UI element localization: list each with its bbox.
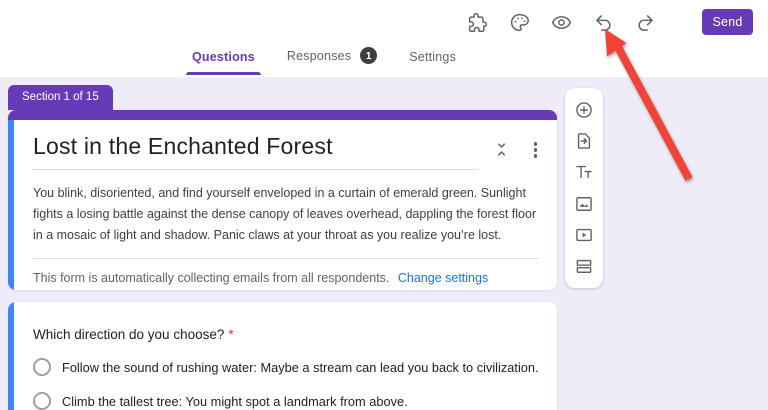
extensions-icon[interactable]	[464, 9, 490, 35]
palette-icon[interactable]	[506, 9, 532, 35]
send-button[interactable]: Send	[702, 9, 753, 35]
form-title-card[interactable]: Lost in the Enchanted Forest You blink, …	[8, 110, 557, 290]
tab-questions[interactable]: Questions	[186, 50, 261, 77]
add-image-icon[interactable]	[574, 194, 594, 214]
question-text[interactable]: Which direction do you choose?	[33, 327, 224, 342]
radio-option-row: Follow the sound of rushing water: Maybe…	[33, 358, 539, 376]
add-video-icon[interactable]	[574, 225, 594, 245]
radio-option-label[interactable]: Follow the sound of rushing water: Maybe…	[62, 360, 539, 375]
add-question-icon[interactable]	[574, 100, 594, 120]
email-collection-notice: This form is automatically collecting em…	[33, 271, 390, 285]
tab-settings-label: Settings	[409, 50, 457, 64]
section-badge: Section 1 of 15	[8, 85, 113, 110]
tab-questions-label: Questions	[192, 50, 255, 64]
more-options-icon[interactable]	[532, 141, 540, 159]
question-card[interactable]: Which direction do you choose? * Follow t…	[8, 302, 557, 410]
change-settings-link[interactable]: Change settings	[398, 271, 488, 285]
card-accent-strip	[8, 110, 557, 120]
add-title-icon[interactable]	[574, 162, 594, 182]
form-tabs: Questions Responses 1 Settings	[186, 47, 458, 77]
topbar-actions	[464, 9, 658, 35]
responses-count-badge: 1	[360, 47, 378, 64]
top-app-bar: Send Questions Responses 1 Settings	[0, 0, 768, 77]
form-canvas: Section 1 of 15 Lost in the Enchanted Fo…	[0, 77, 768, 410]
form-description[interactable]: You blink, disoriented, and find yoursel…	[33, 183, 548, 246]
undo-icon[interactable]	[590, 9, 616, 35]
form-title[interactable]: Lost in the Enchanted Forest	[33, 133, 478, 170]
tab-settings[interactable]: Settings	[407, 50, 458, 77]
collapse-section-icon[interactable]	[493, 141, 510, 158]
divider	[33, 258, 539, 259]
preview-eye-icon[interactable]	[548, 9, 574, 35]
redo-icon[interactable]	[632, 9, 658, 35]
radio-option-label[interactable]: Climb the tallest tree: You might spot a…	[62, 394, 408, 409]
import-questions-icon[interactable]	[574, 131, 594, 151]
radio-button[interactable]	[33, 392, 51, 410]
radio-button[interactable]	[33, 358, 51, 376]
radio-option-row: Climb the tallest tree: You might spot a…	[33, 392, 539, 410]
tab-responses[interactable]: Responses 1	[285, 47, 379, 77]
add-section-icon[interactable]	[574, 256, 594, 276]
question-toolbar	[565, 88, 603, 288]
tab-responses-label: Responses	[286, 48, 352, 63]
required-asterisk: *	[228, 327, 234, 342]
